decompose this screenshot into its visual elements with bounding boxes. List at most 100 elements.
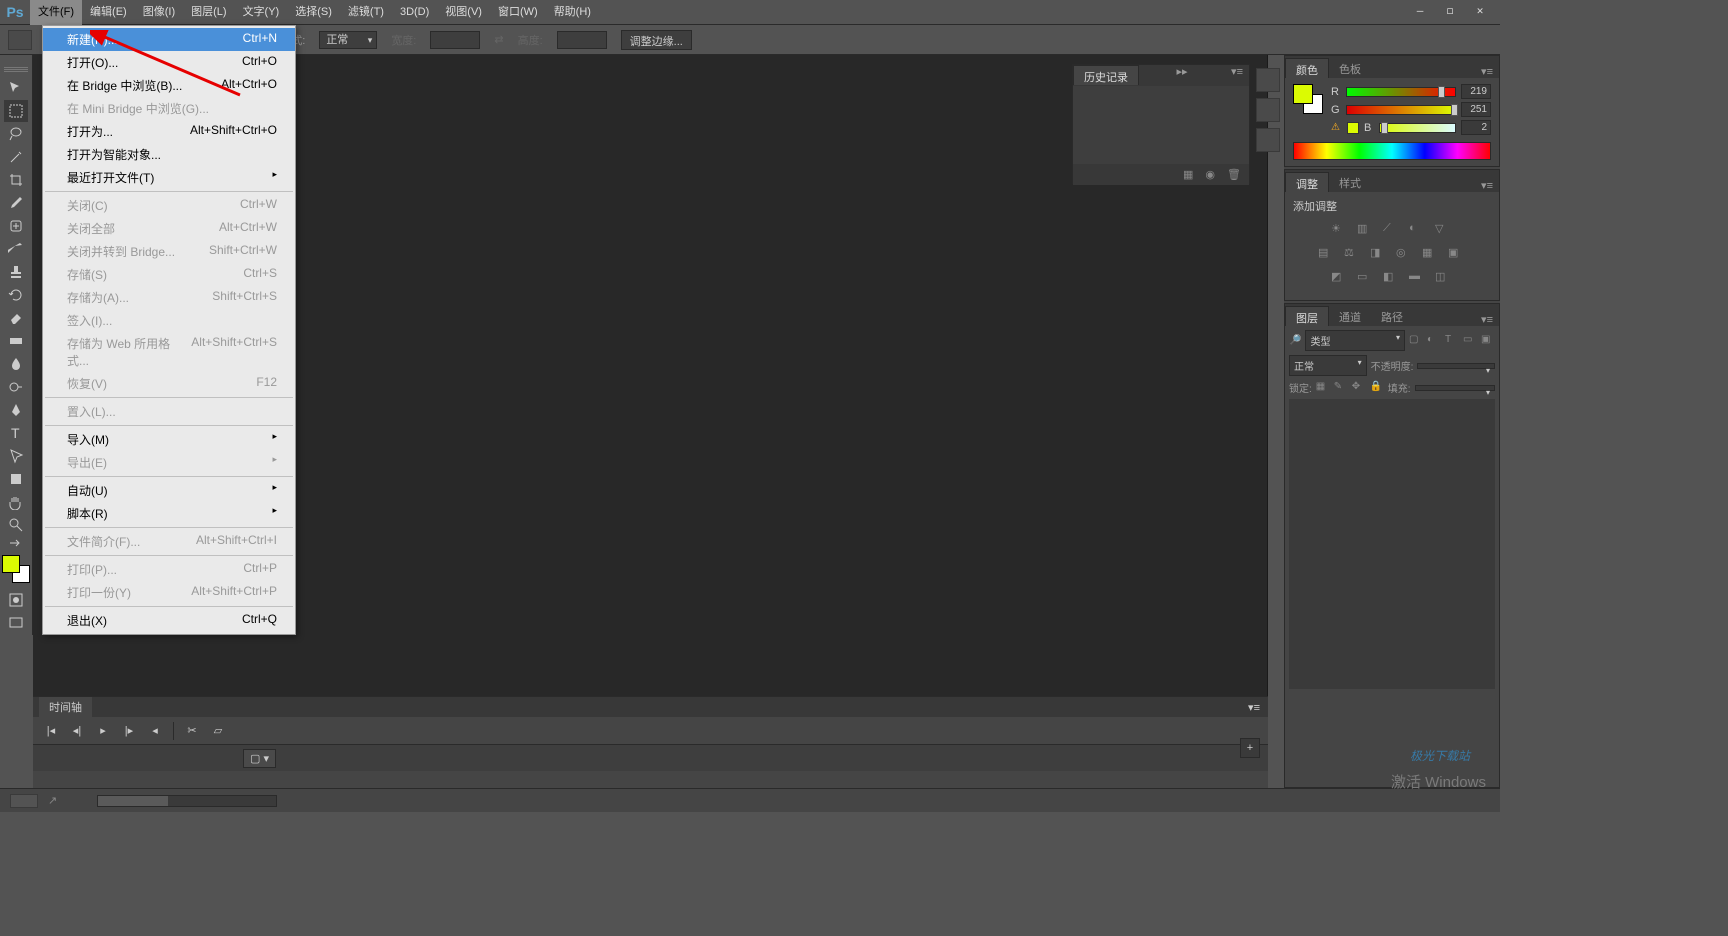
g-slider[interactable] — [1346, 105, 1456, 115]
lock-paint-icon[interactable]: ✎ — [1334, 381, 1348, 395]
opacity-value[interactable] — [1417, 363, 1495, 369]
toolbox-grip[interactable] — [4, 67, 28, 73]
lookup-icon[interactable]: ▣ — [1448, 246, 1466, 262]
gradient-tool[interactable] — [4, 330, 28, 352]
stamp-tool[interactable] — [4, 261, 28, 283]
hue-icon[interactable]: ▤ — [1318, 246, 1336, 262]
last-frame-button[interactable]: ◂ — [147, 724, 163, 737]
close-button[interactable]: ✕ — [1472, 4, 1488, 20]
minimize-button[interactable]: — — [1412, 4, 1428, 20]
menu-item[interactable]: 退出(X)Ctrl+Q — [43, 609, 295, 632]
timeline-track[interactable]: ▢ ▾ — [33, 745, 1268, 771]
marquee-tool[interactable] — [4, 100, 28, 122]
color-spectrum[interactable] — [1293, 142, 1491, 160]
healing-tool[interactable] — [4, 215, 28, 237]
zoom-tool[interactable] — [4, 514, 28, 536]
add-track-button[interactable]: + — [1240, 738, 1260, 758]
strip-button-3[interactable] — [1256, 128, 1280, 152]
gamut-swatch[interactable] — [1347, 122, 1359, 134]
color-tab[interactable]: 颜色 — [1285, 58, 1329, 78]
move-tool[interactable] — [4, 77, 28, 99]
adjustments-menu-icon[interactable]: ▾≡ — [1475, 179, 1499, 192]
filter-type-dropdown[interactable]: 类型 — [1305, 330, 1405, 351]
swap-icon[interactable]: ⇄ — [494, 33, 503, 46]
status-arrow-icon[interactable]: ↗ — [48, 794, 57, 807]
menu-6[interactable]: 滤镜(T) — [340, 0, 392, 25]
refine-edge-button[interactable]: 调整边缘... — [621, 30, 692, 50]
menu-2[interactable]: 图像(I) — [135, 0, 183, 25]
timeline-menu-icon[interactable]: ▾≡ — [1248, 701, 1268, 714]
timeline-tab[interactable]: 时间轴 — [39, 697, 92, 717]
layers-menu-icon[interactable]: ▾≡ — [1475, 313, 1499, 326]
vibrance-icon[interactable]: ▽ — [1435, 222, 1453, 238]
filter-type-icon[interactable]: T — [1445, 334, 1459, 348]
cut-button[interactable]: ✂ — [184, 724, 200, 737]
history-camera-icon[interactable]: ◉ — [1205, 168, 1215, 181]
history-brush-tool[interactable] — [4, 284, 28, 306]
foreground-swatch[interactable] — [2, 555, 20, 573]
filter-adjust-icon[interactable]: ◐ — [1427, 334, 1441, 348]
shape-tool[interactable] — [4, 468, 28, 490]
filter-pixel-icon[interactable]: ▢ — [1409, 334, 1423, 348]
menu-item[interactable]: 打开为智能对象... — [43, 143, 295, 166]
menu-item[interactable]: 脚本(R) — [43, 502, 295, 525]
track-dropdown[interactable]: ▢ ▾ — [243, 749, 276, 768]
r-slider[interactable] — [1346, 87, 1456, 97]
menu-item[interactable]: 新建(N)...Ctrl+N — [43, 28, 295, 51]
layers-tab[interactable]: 图层 — [1285, 306, 1329, 326]
brightness-icon[interactable]: ☀ — [1331, 222, 1349, 238]
menu-4[interactable]: 文字(Y) — [235, 0, 288, 25]
menu-3[interactable]: 图层(L) — [183, 0, 234, 25]
adjustments-tab[interactable]: 调整 — [1285, 172, 1329, 192]
screenmode-tool[interactable] — [4, 612, 28, 634]
b-slider[interactable] — [1379, 123, 1456, 133]
threshold-icon[interactable]: ◧ — [1383, 270, 1401, 286]
strip-button-2[interactable] — [1256, 98, 1280, 122]
tool-preset-icon[interactable] — [8, 30, 32, 50]
menu-8[interactable]: 视图(V) — [437, 0, 490, 25]
blend-mode-dropdown[interactable]: 正常 — [1289, 355, 1367, 376]
quickmask-tool[interactable] — [4, 589, 28, 611]
history-snapshot-icon[interactable]: ▦ — [1183, 168, 1193, 181]
horizontal-scrollbar[interactable] — [97, 795, 277, 807]
style-dropdown[interactable]: 正常 — [319, 31, 377, 49]
levels-icon[interactable]: ▥ — [1357, 222, 1375, 238]
lock-all-icon[interactable]: 🔒 — [1370, 381, 1384, 395]
balance-icon[interactable]: ⚖ — [1344, 246, 1362, 262]
gamut-warning-icon[interactable]: ⚠ — [1331, 122, 1340, 133]
invert-icon[interactable]: ◩ — [1331, 270, 1349, 286]
fill-value[interactable] — [1415, 385, 1495, 391]
lock-trans-icon[interactable]: ▦ — [1316, 381, 1330, 395]
curves-icon[interactable]: ⟋ — [1383, 222, 1401, 238]
posterize-icon[interactable]: ▭ — [1357, 270, 1375, 286]
menu-item[interactable]: 打开为...Alt+Shift+Ctrl+O — [43, 120, 295, 143]
hand-tool[interactable] — [4, 491, 28, 513]
maximize-button[interactable]: ◻ — [1442, 4, 1458, 20]
pen-tool[interactable] — [4, 399, 28, 421]
filter-search-icon[interactable]: 🔎 — [1289, 335, 1301, 346]
styles-tab[interactable]: 样式 — [1329, 172, 1371, 192]
color-swatches[interactable] — [2, 555, 30, 583]
menu-0[interactable]: 文件(F) — [30, 0, 82, 25]
lasso-tool[interactable] — [4, 123, 28, 145]
wand-tool[interactable] — [4, 146, 28, 168]
gradient-map-icon[interactable]: ▬ — [1409, 270, 1427, 286]
selective-icon[interactable]: ◫ — [1435, 270, 1453, 286]
history-collapse-icon[interactable]: ▸▸ — [1171, 65, 1194, 86]
history-tab[interactable]: 历史记录 — [1073, 65, 1139, 85]
lock-move-icon[interactable]: ✥ — [1352, 381, 1366, 395]
paths-tab[interactable]: 路径 — [1371, 306, 1413, 326]
filter-smart-icon[interactable]: ▣ — [1481, 334, 1495, 348]
b-value[interactable]: 2 — [1461, 120, 1491, 135]
menu-item[interactable]: 最近打开文件(T) — [43, 166, 295, 189]
menu-item[interactable]: 打开(O)...Ctrl+O — [43, 51, 295, 74]
height-input[interactable] — [557, 31, 607, 49]
first-frame-button[interactable]: |◂ — [43, 724, 59, 737]
status-segment[interactable] — [10, 794, 38, 808]
transition-button[interactable]: ▱ — [210, 724, 226, 737]
type-tool[interactable]: T — [4, 422, 28, 444]
menu-item[interactable]: 导入(M) — [43, 428, 295, 451]
bw-icon[interactable]: ◨ — [1370, 246, 1388, 262]
menu-item[interactable]: 自动(U) — [43, 479, 295, 502]
menu-9[interactable]: 窗口(W) — [490, 0, 546, 25]
